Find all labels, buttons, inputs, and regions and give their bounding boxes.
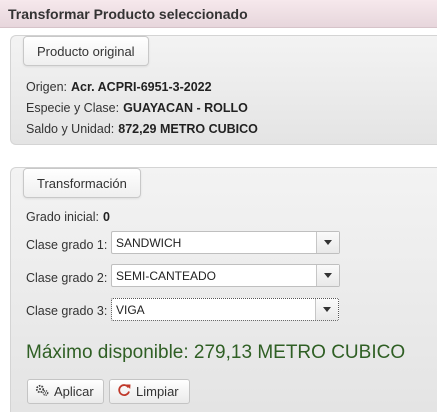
gears-icon xyxy=(35,384,49,396)
especie-label: Especie y Clase: xyxy=(26,101,120,115)
especie-row: Especie y Clase: GUAYACAN - ROLLO xyxy=(26,101,248,115)
origen-row: Origen: Acr. ACPRI-6951-3-2022 xyxy=(26,80,212,94)
saldo-row: Saldo y Unidad: 872,29 METRO CUBICO xyxy=(26,122,258,136)
clase-grado-2-label: Clase grado 2: xyxy=(26,271,108,285)
maximo-disponible: Máximo disponible: 279,13 METRO CUBICO xyxy=(26,342,405,364)
maximo-value: 279,13 xyxy=(193,342,253,363)
clase-grado-3-value: VIGA xyxy=(116,303,145,317)
clear-button[interactable]: Limpiar xyxy=(109,379,190,404)
dialog-titlebar: Transformar Producto seleccionado xyxy=(0,0,437,28)
clase-grado-1-label: Clase grado 1: xyxy=(26,238,108,252)
refresh-icon xyxy=(118,384,131,396)
grado-inicial-row: Grado inicial: 0 xyxy=(26,210,110,224)
chevron-down-icon[interactable] xyxy=(315,299,338,320)
clase-grado-2-value: SEMI-CANTEADO xyxy=(116,269,217,283)
origen-value: Acr. ACPRI-6951-3-2022 xyxy=(71,80,212,94)
saldo-value: 872,29 METRO CUBICO xyxy=(118,122,258,136)
grado-inicial-value: 0 xyxy=(102,210,110,224)
dialog-title: Transformar Producto seleccionado xyxy=(8,6,248,22)
clase-grado-1-value: SANDWICH xyxy=(116,236,182,250)
saldo-label: Saldo y Unidad: xyxy=(26,122,115,136)
origen-label: Origen: xyxy=(26,80,67,94)
original-product-panel: Producto original Origen: Acr. ACPRI-6951… xyxy=(10,35,437,145)
chevron-down-icon[interactable] xyxy=(316,265,339,286)
clase-grado-2-select[interactable]: SEMI-CANTEADO xyxy=(111,264,340,287)
maximo-unit: METRO CUBICO xyxy=(257,342,406,363)
transformation-legend: Transformación xyxy=(23,168,141,198)
clase-grado-1-select[interactable]: SANDWICH xyxy=(111,231,340,254)
clear-button-label: Limpiar xyxy=(136,384,179,399)
maximo-label: Máximo disponible: xyxy=(26,342,189,363)
chevron-down-icon[interactable] xyxy=(316,232,339,253)
apply-button-label: Aplicar xyxy=(54,384,94,399)
especie-value: GUAYACAN - ROLLO xyxy=(123,101,248,115)
clase-grado-3-label: Clase grado 3: xyxy=(26,304,108,318)
grado-inicial-label: Grado inicial: xyxy=(26,210,99,224)
apply-button[interactable]: Aplicar xyxy=(27,379,104,404)
original-product-legend: Producto original xyxy=(23,36,149,66)
clase-grado-3-select[interactable]: VIGA xyxy=(111,298,339,321)
transformation-panel: Transformación Grado inicial: 0 Clase gra… xyxy=(10,167,437,412)
